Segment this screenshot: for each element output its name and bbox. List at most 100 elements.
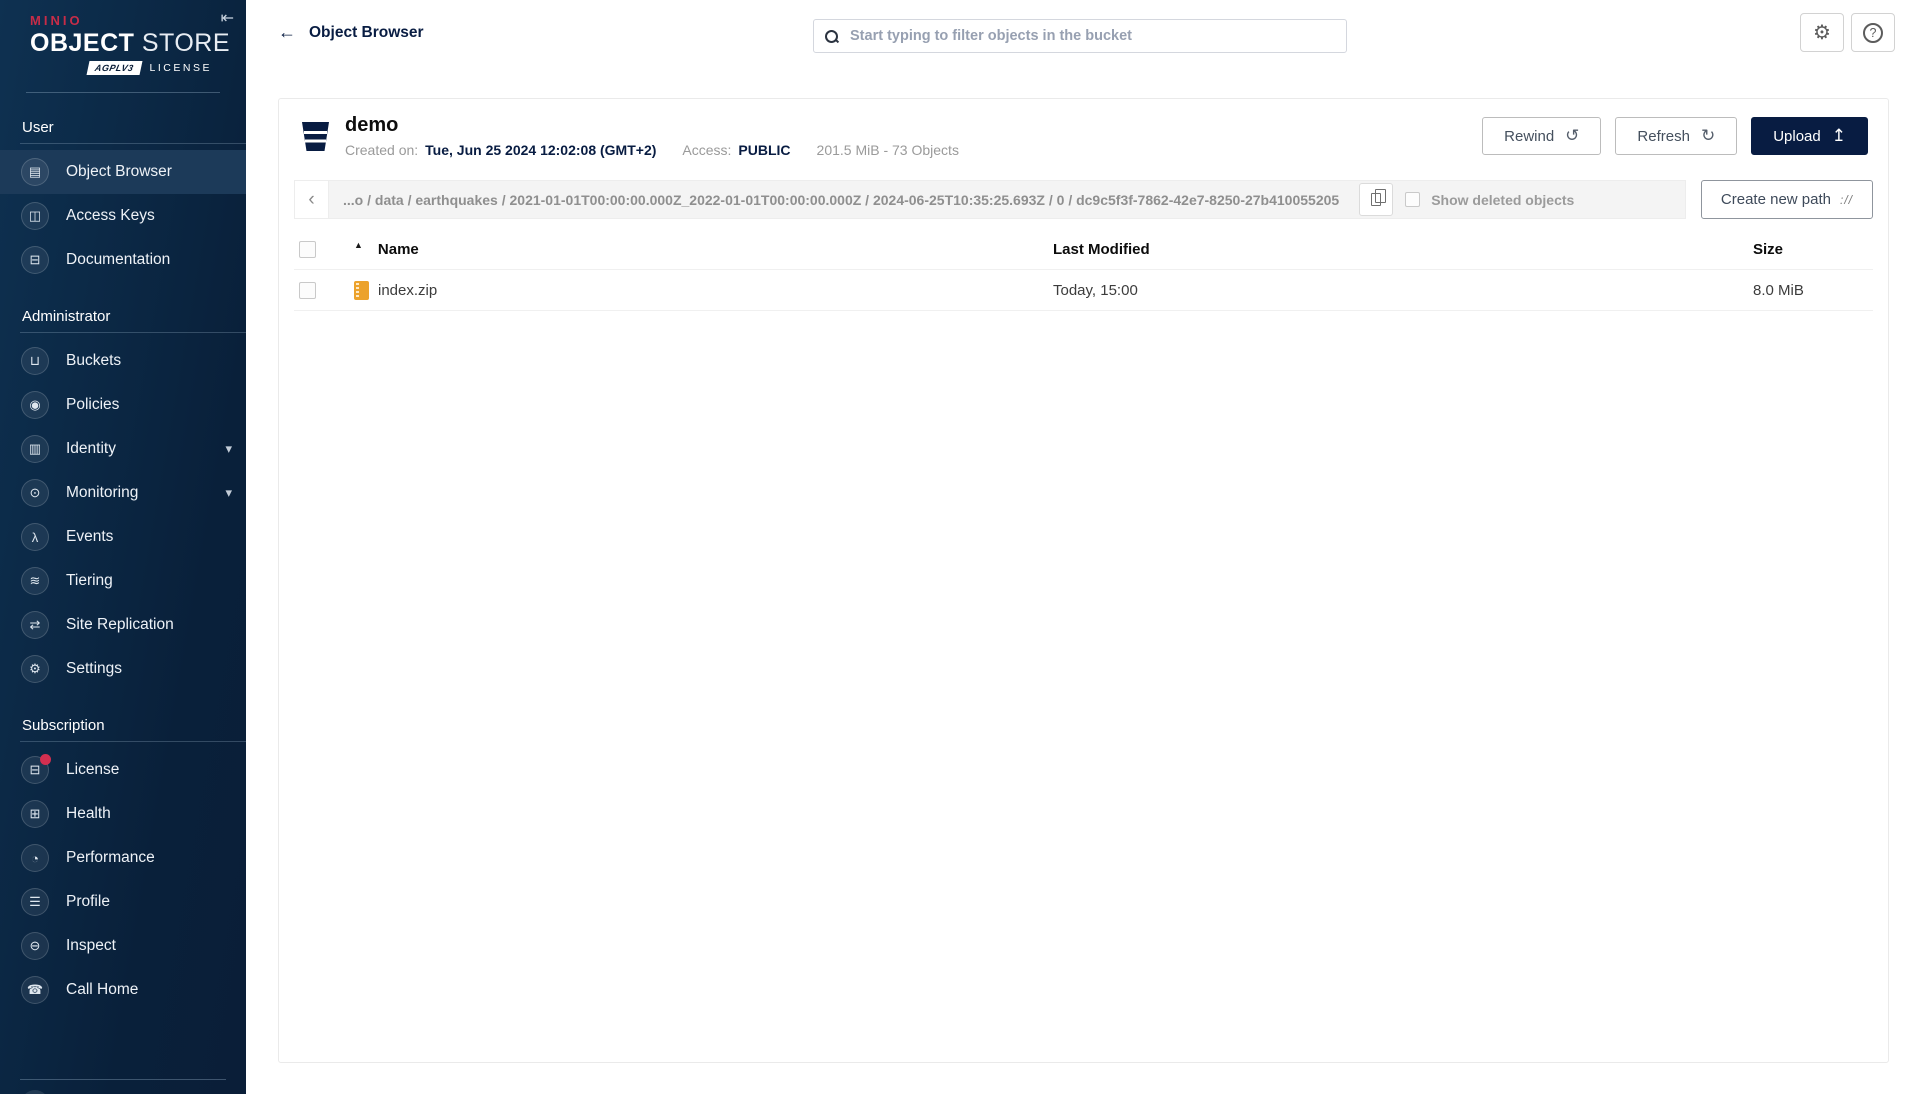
rewind-button[interactable]: Rewind ↺ (1482, 117, 1602, 155)
sidebar-item-monitoring[interactable]: ⊙ Monitoring ▾ (0, 471, 246, 515)
monitoring-icon: ⊙ (21, 479, 49, 507)
access-label: Access: (682, 142, 732, 158)
sidebar-item-object-browser[interactable]: ▤ Object Browser (0, 150, 246, 194)
copy-icon (1371, 189, 1387, 206)
minio-logo: MINIO OBJECT STORE AGPLV3 LICENSE (0, 0, 246, 75)
objects-table: ▲ Name Last Modified Size index.zip Toda… (294, 229, 1873, 311)
column-header-size[interactable]: Size (1753, 241, 1868, 258)
identity-icon: ▥ (21, 435, 49, 463)
sidebar-item-site-replication[interactable]: ⇄ Site Replication (0, 603, 246, 647)
sidebar-item-label: Policies (66, 396, 120, 413)
pathbar-row: ‹ ...o / data / earthquakes / 2021-01-01… (294, 180, 1873, 219)
column-header-name[interactable]: ▲ Name (354, 240, 1053, 258)
sidebar-item-label: Monitoring (66, 484, 139, 501)
bucket-meta: Created on: Tue, Jun 25 2024 12:02:08 (G… (345, 142, 959, 158)
sidebar-item-health[interactable]: ⊞ Health (0, 792, 246, 836)
refresh-button[interactable]: Refresh ↻ (1615, 117, 1738, 155)
sidebar-item-settings[interactable]: ⚙ Settings (0, 647, 246, 691)
sidebar-item-label: Health (66, 805, 111, 822)
breadcrumb-path: ...o / data / earthquakes / 2021-01-01T0… (343, 191, 1340, 208)
sidebar-item-label: Documentation (66, 251, 171, 268)
section-divider (20, 741, 246, 742)
sidebar-item-profile[interactable]: ☰ Profile (0, 880, 246, 924)
sidebar-item-label: Inspect (66, 937, 116, 954)
bucket-icon (301, 121, 330, 152)
partial-item-icon (21, 1090, 49, 1094)
back-arrow-icon[interactable]: ← (278, 22, 296, 43)
policies-icon: ◉ (21, 391, 49, 419)
product-name: OBJECT STORE (30, 29, 231, 57)
performance-icon: ◔ (21, 844, 49, 872)
sidebar-item-documentation[interactable]: ⊟ Documentation (0, 238, 246, 282)
row-checkbox[interactable] (299, 281, 316, 299)
object-size: 8.0 MiB (1753, 281, 1804, 299)
sidebar-item-label: Profile (66, 893, 110, 910)
sidebar: ⇤ MINIO OBJECT STORE AGPLV3 LICENSE User… (0, 0, 246, 1094)
upload-button[interactable]: Upload ↥ (1751, 117, 1868, 155)
search-icon (825, 29, 838, 43)
sidebar-item-performance[interactable]: ◔ Performance (0, 836, 246, 880)
search-bar[interactable] (813, 19, 1347, 53)
table-row[interactable]: index.zip Today, 15:00 8.0 MiB (294, 270, 1873, 311)
section-divider (20, 332, 246, 333)
refresh-icon: ↻ (1700, 126, 1716, 145)
sidebar-item-tiering[interactable]: ≋ Tiering (0, 559, 246, 603)
sidebar-bottom-divider (20, 1079, 226, 1080)
create-new-path-button[interactable]: Create new path :// (1700, 180, 1873, 219)
sidebar-item-label: Settings (66, 660, 123, 677)
agpl-badge: AGPLV3 (86, 61, 143, 75)
object-name[interactable]: index.zip (378, 282, 437, 299)
sidebar-item-label: License (66, 761, 120, 778)
call-home-icon: ☎ (21, 976, 49, 1004)
sidebar-item-label: Tiering (66, 572, 113, 589)
sidebar-item-label: Access Keys (66, 207, 155, 224)
health-icon: ⊞ (21, 800, 49, 828)
sidebar-item-license[interactable]: ⊟ License (0, 748, 246, 792)
notification-badge (40, 754, 51, 765)
search-input[interactable] (848, 27, 1335, 45)
section-label-user: User (22, 119, 54, 136)
section-divider (20, 143, 246, 144)
path-back-button[interactable]: ‹ (295, 181, 329, 218)
sidebar-item-identity[interactable]: ▥ Identity ▾ (0, 427, 246, 471)
section-label-administrator: Administrator (22, 308, 111, 325)
show-deleted-checkbox[interactable] (1405, 192, 1421, 207)
settings-button[interactable]: ⚙ (1800, 13, 1844, 52)
copy-path-button[interactable] (1359, 183, 1394, 216)
sidebar-collapse-icon[interactable]: ⇤ (221, 8, 234, 28)
access-keys-icon: ◫ (21, 202, 49, 230)
bucket-usage: 201.5 MiB - 73 Objects (816, 142, 959, 158)
license-text: LICENSE (149, 62, 212, 74)
profile-icon: ☰ (21, 888, 49, 916)
object-last-modified: Today, 15:00 (1053, 281, 1138, 299)
zip-file-icon (354, 280, 369, 300)
sidebar-item-inspect[interactable]: ⊖ Inspect (0, 924, 246, 968)
chevron-down-icon: ▾ (225, 485, 232, 500)
license-icon: ⊟ (21, 754, 51, 784)
show-deleted-toggle: Show deleted objects (1405, 192, 1574, 208)
main-area: ← Object Browser ⚙ ? (246, 0, 1914, 1094)
sidebar-item-access-keys[interactable]: ◫ Access Keys (0, 194, 246, 238)
sidebar-item-buckets[interactable]: ⊔ Buckets (0, 339, 246, 383)
tiering-icon: ≋ (21, 567, 49, 595)
sidebar-item-call-home[interactable]: ☎ Call Home (0, 968, 246, 1012)
sidebar-item-label: Events (66, 528, 114, 545)
breadcrumb: ‹ ...o / data / earthquakes / 2021-01-01… (294, 180, 1686, 219)
upload-icon: ↥ (1831, 126, 1846, 145)
sidebar-item-policies[interactable]: ◉ Policies (0, 383, 246, 427)
sidebar-item-label: Performance (66, 849, 155, 866)
chevron-down-icon: ▾ (225, 441, 232, 456)
sidebar-item-label: Identity (66, 440, 116, 457)
license-badge-row: AGPLV3 LICENSE (86, 61, 246, 75)
events-icon: λ (21, 523, 49, 551)
path-icon: :// (1839, 192, 1853, 207)
table-header-row: ▲ Name Last Modified Size (294, 229, 1873, 270)
select-all-checkbox[interactable] (299, 240, 316, 258)
bucket-name: demo (345, 114, 399, 136)
column-header-last-modified[interactable]: Last Modified (1053, 241, 1753, 258)
access-value: PUBLIC (738, 142, 791, 158)
sidebar-item-events[interactable]: λ Events (0, 515, 246, 559)
sidebar-item-label: Buckets (66, 352, 122, 369)
help-button[interactable]: ? (1851, 13, 1895, 52)
inspect-icon: ⊖ (21, 932, 49, 960)
